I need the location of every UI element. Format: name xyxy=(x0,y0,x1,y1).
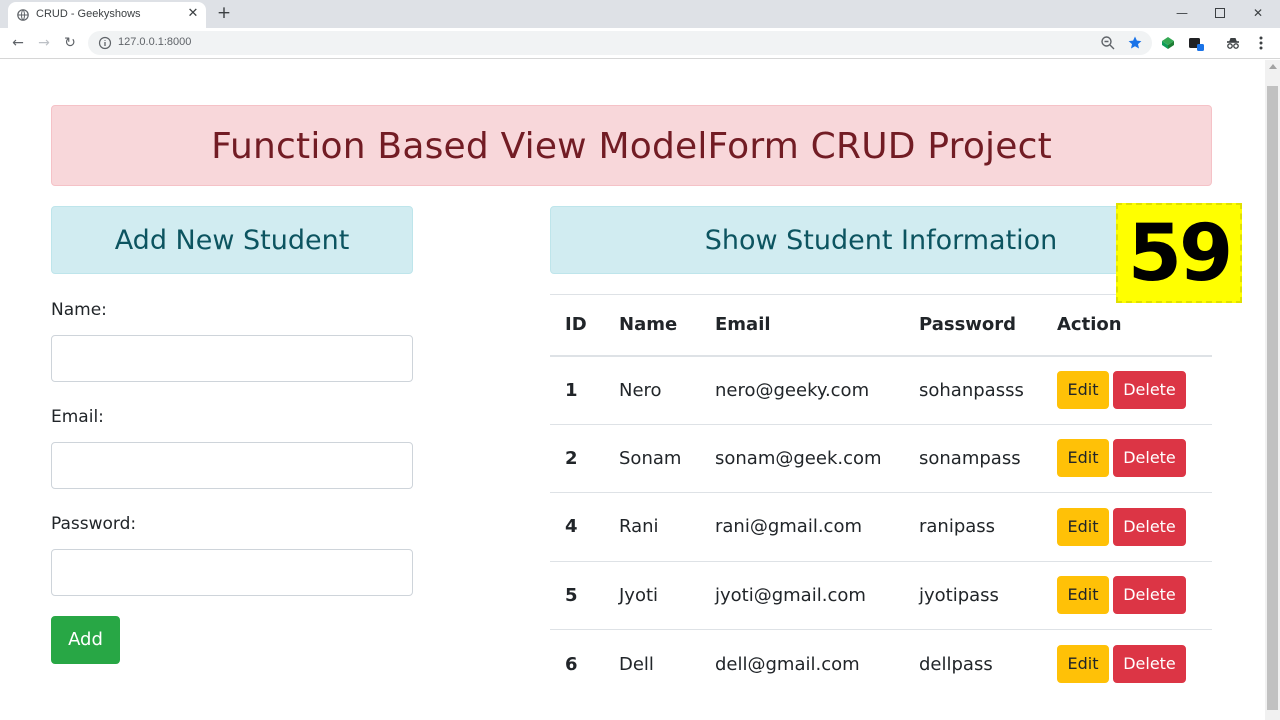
name-input[interactable] xyxy=(51,335,413,382)
cell-name: Sonam xyxy=(604,423,700,493)
delete-button[interactable]: Delete xyxy=(1113,576,1186,615)
cell-id: 1 xyxy=(550,355,604,424)
edit-button[interactable]: Edit xyxy=(1057,439,1109,478)
star-icon[interactable] xyxy=(1127,35,1143,51)
cell-action: Edit Delete xyxy=(1042,560,1212,630)
reload-icon[interactable]: ↻ xyxy=(60,33,80,53)
cell-password: ranipass xyxy=(904,492,1042,561)
add-student-title: Add New Student xyxy=(114,225,350,256)
cell-password: dellpass xyxy=(904,629,1042,698)
profile-icon[interactable] xyxy=(1225,35,1241,51)
cell-action: Edit Delete xyxy=(1042,492,1212,561)
table-header-row: ID Name Email Password Action xyxy=(550,294,1212,357)
back-icon[interactable]: ← xyxy=(8,33,28,53)
password-label: Password: xyxy=(51,514,137,534)
episode-number: 59 xyxy=(1127,209,1234,299)
table-row: 1 Nero nero@geeky.com sohanpasss Edit Delete xyxy=(550,355,1212,424)
plus-icon[interactable]: + xyxy=(214,3,234,23)
header-email: Email xyxy=(700,294,904,357)
window-close-icon[interactable]: ✕ xyxy=(1248,3,1268,23)
delete-button[interactable]: Delete xyxy=(1113,507,1186,546)
edit-button[interactable]: Edit xyxy=(1057,507,1109,546)
cell-id: 2 xyxy=(550,423,604,493)
cell-email: sonam@geek.com xyxy=(700,423,904,493)
cell-name: Rani xyxy=(604,492,700,561)
tab-title: CRUD - Geekyshows xyxy=(36,8,141,20)
email-label: Email: xyxy=(51,407,104,427)
edit-button[interactable]: Edit xyxy=(1057,576,1109,615)
url-text: 127.0.0.1:8000 xyxy=(118,36,192,48)
extension-icon[interactable] xyxy=(1160,35,1176,51)
cell-password: jyotipass xyxy=(904,560,1042,630)
cell-email: rani@gmail.com xyxy=(700,492,904,561)
show-student-title: Show Student Information xyxy=(704,225,1058,256)
cell-password: sohanpasss xyxy=(904,355,1042,424)
password-input[interactable] xyxy=(51,549,413,596)
edit-button[interactable]: Edit xyxy=(1057,371,1109,409)
email-input[interactable] xyxy=(51,442,413,489)
scrollbar[interactable] xyxy=(1265,60,1280,720)
browser-tabstrip: CRUD - Geekyshows ✕ + — ✕ xyxy=(0,0,1280,28)
scroll-up-icon[interactable] xyxy=(1269,64,1277,69)
info-icon xyxy=(98,36,112,50)
close-icon[interactable]: ✕ xyxy=(186,7,200,21)
cell-action: Edit Delete xyxy=(1042,423,1212,493)
table-row: 4 Rani rani@gmail.com ranipass Edit Delete xyxy=(550,492,1212,561)
cell-email: nero@geeky.com xyxy=(700,355,904,424)
show-student-header: Show Student Information xyxy=(550,206,1212,274)
maximize-icon[interactable] xyxy=(1210,3,1230,23)
episode-badge: 59 xyxy=(1116,203,1242,303)
delete-button[interactable]: Delete xyxy=(1113,439,1186,478)
cell-name: Dell xyxy=(604,629,700,698)
add-student-header: Add New Student xyxy=(51,206,413,274)
globe-icon xyxy=(17,9,29,21)
forward-icon[interactable]: → xyxy=(34,33,54,53)
header-action: Action xyxy=(1042,294,1212,357)
student-table: ID Name Email Password Action 1 Nero nero@… xyxy=(550,294,1212,698)
address-bar[interactable]: 127.0.0.1:8000 xyxy=(88,31,1152,55)
menu-icon[interactable] xyxy=(1253,35,1269,51)
delete-button[interactable]: Delete xyxy=(1113,645,1186,683)
page-viewport: Function Based View ModelForm CRUD Proje… xyxy=(0,60,1265,720)
cell-email: jyoti@gmail.com xyxy=(700,560,904,630)
header-password: Password xyxy=(904,294,1042,357)
cell-id: 6 xyxy=(550,629,604,698)
zoom-icon[interactable] xyxy=(1100,35,1116,51)
scroll-thumb[interactable] xyxy=(1267,86,1278,710)
cell-email: dell@gmail.com xyxy=(700,629,904,698)
add-button[interactable]: Add xyxy=(51,616,120,664)
cell-password: sonampass xyxy=(904,423,1042,493)
extension-icon[interactable] xyxy=(1188,35,1204,51)
table-row: 2 Sonam sonam@geek.com sonampass Edit Delete xyxy=(550,423,1212,493)
minimize-icon[interactable]: — xyxy=(1172,3,1192,23)
cell-action: Edit Delete xyxy=(1042,355,1212,424)
cell-name: Jyoti xyxy=(604,560,700,630)
table-row: 5 Jyoti jyoti@gmail.com jyotipass Edit Delete xyxy=(550,560,1212,630)
header-id: ID xyxy=(550,294,604,357)
delete-button[interactable]: Delete xyxy=(1113,371,1186,409)
cell-id: 4 xyxy=(550,492,604,561)
page-title: Function Based View ModelForm CRUD Proje… xyxy=(211,126,1052,167)
cell-action: Edit Delete xyxy=(1042,629,1212,698)
header-name: Name xyxy=(604,294,700,357)
browser-tab[interactable]: CRUD - Geekyshows ✕ xyxy=(8,2,206,28)
browser-toolbar: ← → ↻ 127.0.0.1:8000 xyxy=(0,28,1280,59)
cell-id: 5 xyxy=(550,560,604,630)
edit-button[interactable]: Edit xyxy=(1057,645,1109,683)
name-label: Name: xyxy=(51,300,107,320)
table-row: 6 Dell dell@gmail.com dellpass Edit Delete xyxy=(550,629,1212,698)
cell-name: Nero xyxy=(604,355,700,424)
page-title-banner: Function Based View ModelForm CRUD Proje… xyxy=(51,105,1212,186)
